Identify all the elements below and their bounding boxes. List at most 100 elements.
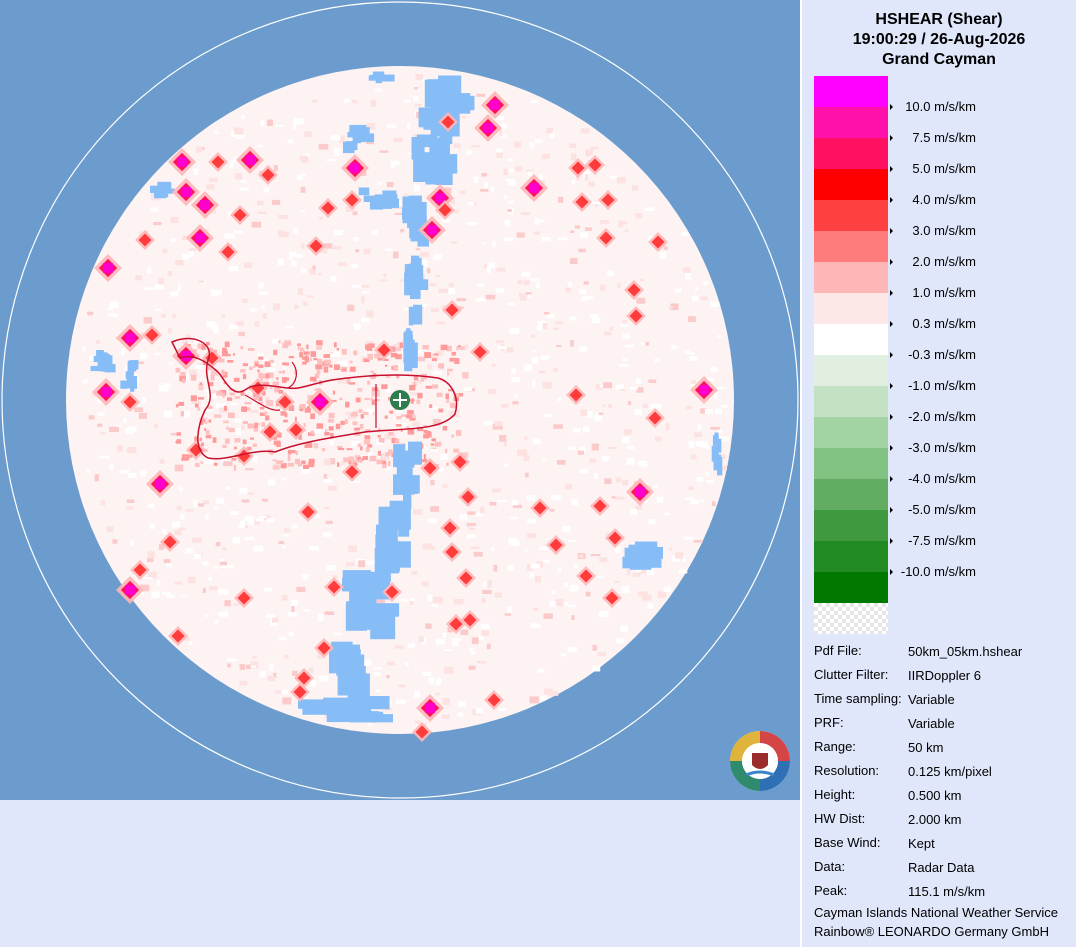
shear-pixel	[88, 415, 95, 420]
shear-pixel	[242, 298, 248, 303]
shear-pixel	[540, 355, 549, 360]
shear-pixel	[501, 134, 507, 138]
shear-pixel	[531, 100, 538, 103]
island-shear-pixel	[176, 439, 182, 444]
shear-pixel	[330, 275, 337, 282]
color-scale-label: 10.0 m/s/km	[905, 99, 976, 114]
shear-pixel	[419, 251, 429, 257]
shear-pixel	[198, 280, 204, 283]
shear-pixel	[630, 509, 638, 515]
shear-pixel	[497, 500, 507, 503]
island-shear-pixel	[345, 418, 348, 425]
shear-pixel	[529, 572, 535, 578]
shear-pixel	[496, 267, 506, 272]
shear-pixel	[238, 331, 245, 337]
info-key: HW Dist:	[814, 811, 866, 826]
shear-pixel	[560, 653, 566, 657]
shear-pixel	[214, 619, 219, 624]
shear-pixel	[721, 404, 728, 408]
shear-pixel	[480, 507, 485, 514]
shear-pixel	[370, 99, 377, 107]
island-shear-pixel	[276, 442, 281, 447]
shear-pixel	[143, 317, 152, 324]
shear-pixel	[684, 497, 695, 500]
shear-pixel	[555, 598, 564, 606]
island-shear-pixel	[208, 419, 212, 423]
radar-map[interactable]	[0, 0, 800, 800]
island-shear-pixel	[354, 427, 360, 431]
color-scale-tick	[890, 135, 893, 141]
shear-pixel	[616, 638, 621, 643]
shear-pixel	[287, 612, 297, 617]
shear-pixel	[589, 458, 597, 463]
island-shear-pixel	[313, 357, 318, 361]
shear-pixel	[257, 211, 267, 214]
shear-pixel	[452, 638, 462, 641]
island-shear-pixel	[248, 348, 255, 351]
shear-pixel	[393, 251, 399, 259]
no-data-patch	[398, 506, 410, 537]
island-shear-pixel	[261, 422, 266, 427]
shear-pixel	[571, 615, 575, 620]
shear-pixel	[158, 385, 169, 392]
shear-pixel	[538, 370, 546, 374]
shear-pixel	[362, 291, 370, 294]
island-shear-pixel	[337, 462, 340, 467]
island-shear-pixel	[349, 366, 356, 372]
island-shear-pixel	[310, 413, 315, 420]
shear-pixel	[296, 253, 303, 259]
shear-pixel	[197, 503, 205, 507]
island-shear-pixel	[353, 350, 358, 356]
island-shear-pixel	[388, 431, 394, 436]
island-shear-pixel	[294, 458, 301, 465]
island-shear-pixel	[341, 348, 347, 355]
shear-pixel	[267, 518, 275, 522]
island-shear-pixel	[308, 458, 315, 464]
shear-cell-core	[200, 200, 210, 210]
shear-pixel	[435, 678, 442, 686]
shear-pixel	[210, 323, 218, 329]
island-shear-pixel	[249, 437, 254, 440]
shear-pixel	[234, 418, 242, 423]
shear-pixel	[507, 209, 512, 212]
shear-pixel	[603, 458, 608, 462]
island-shear-pixel	[424, 352, 431, 358]
shear-pixel	[260, 120, 265, 127]
shear-pixel	[278, 214, 288, 219]
shear-pixel	[174, 529, 182, 536]
shear-pixel	[326, 159, 336, 162]
island-shear-pixel	[242, 421, 248, 425]
island-shear-pixel	[299, 352, 303, 358]
shear-pixel	[224, 600, 231, 607]
shear-pixel	[204, 614, 209, 617]
shear-pixel	[464, 344, 469, 350]
shear-pixel	[167, 271, 172, 276]
shear-pixel	[221, 314, 225, 318]
color-scale-tick	[890, 414, 893, 420]
island-shear-pixel	[221, 350, 228, 357]
shear-pixel	[352, 284, 361, 288]
shear-pixel	[361, 284, 370, 288]
shear-pixel	[377, 181, 382, 185]
shear-pixel	[568, 282, 573, 288]
island-shear-pixel	[209, 382, 214, 387]
island-shear-pixel	[224, 438, 230, 444]
shear-pixel	[189, 641, 193, 646]
island-shear-pixel	[278, 390, 284, 394]
shear-pixel	[580, 128, 590, 134]
island-shear-pixel	[223, 405, 228, 411]
shear-pixel	[317, 273, 322, 276]
shear-pixel	[602, 404, 606, 407]
shear-pixel	[414, 104, 422, 107]
shear-pixel	[170, 217, 179, 224]
shear-pixel	[273, 303, 281, 311]
shear-pixel	[267, 119, 273, 126]
no-data-patch	[157, 181, 171, 190]
shear-pixel	[508, 564, 515, 571]
shear-pixel	[248, 518, 255, 525]
shear-pixel	[459, 514, 468, 521]
shear-pixel	[251, 221, 262, 228]
shear-pixel	[470, 546, 480, 549]
shear-pixel	[142, 397, 147, 403]
shear-pixel	[557, 460, 566, 465]
